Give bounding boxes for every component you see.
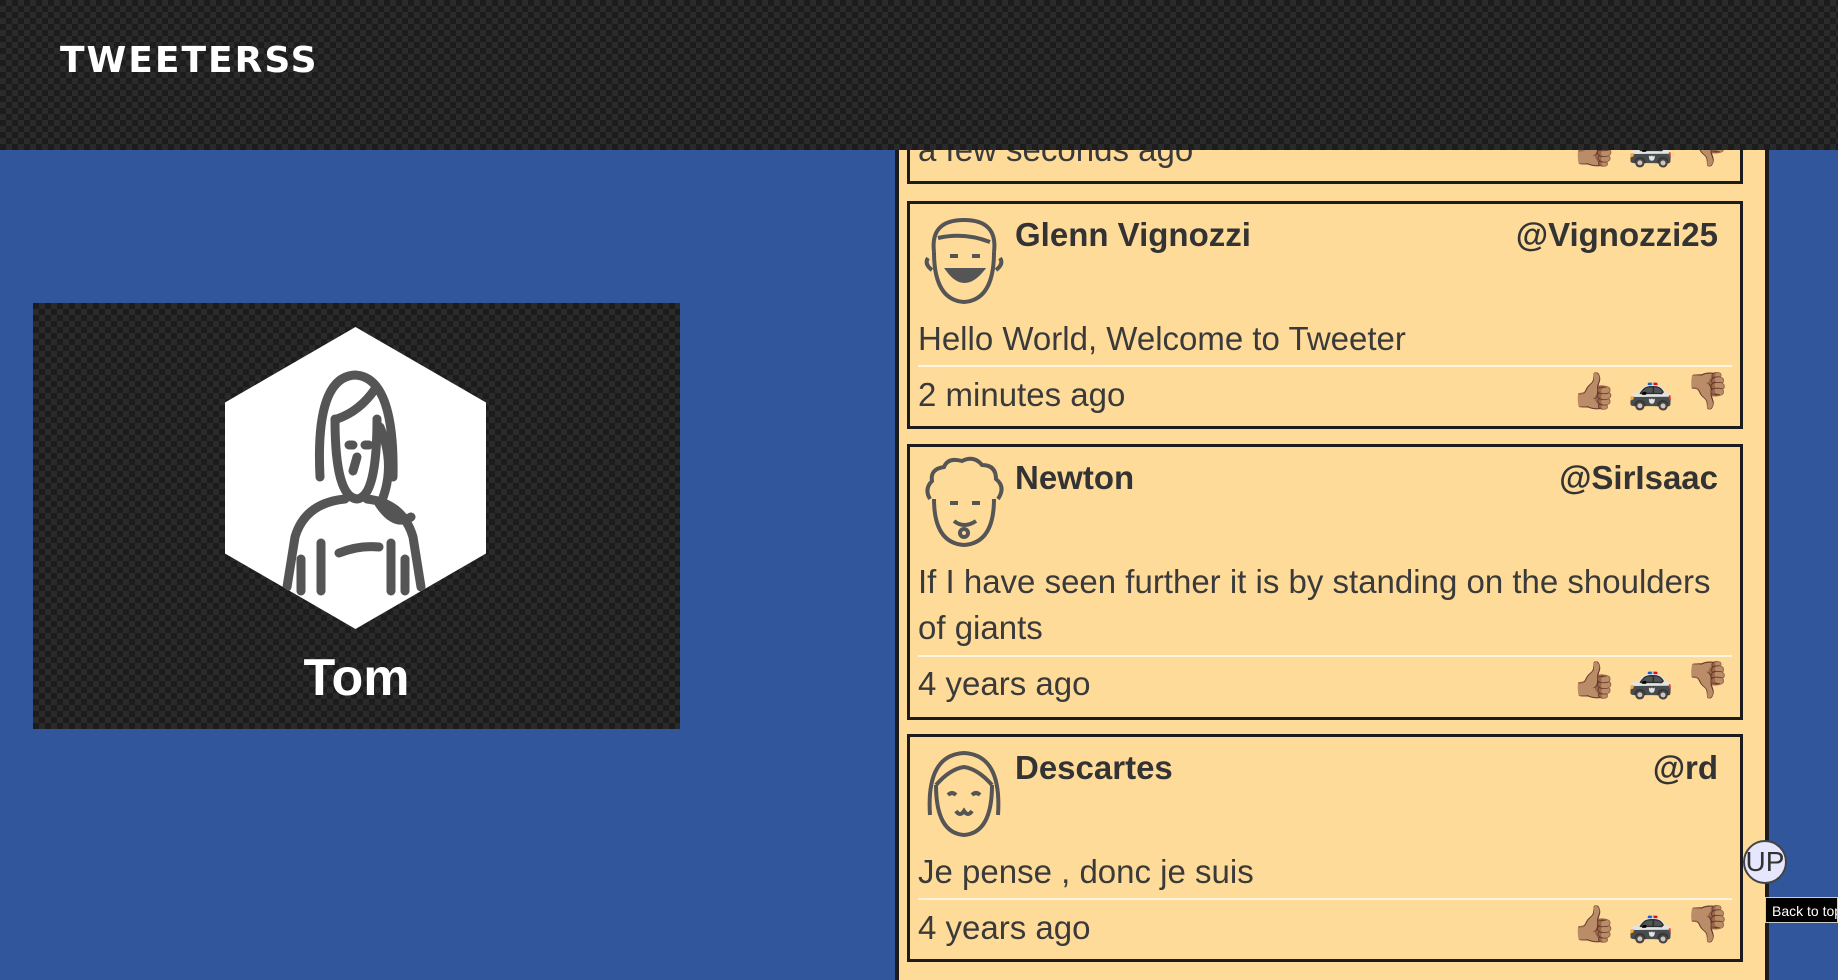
dislike-icon[interactable]: 👎🏽: [1685, 903, 1730, 945]
avatar-woman-icon: [282, 370, 426, 596]
tweet-author-name: Newton: [1015, 459, 1135, 496]
avatar-curly-hair-man-icon: [925, 456, 1004, 548]
dislike-icon[interactable]: 👎🏽: [1685, 370, 1730, 412]
site-logo[interactable]: TWEETERSS: [60, 40, 319, 81]
tweet-time: 2 minutes ago: [918, 376, 1126, 413]
tweet-card: Glenn Vignozzi @Vignozzi25 Hello World, …: [907, 201, 1743, 429]
tweet-feed: a few seconds ago 👍🏽 🚓 👎🏽 Glenn Vignozzi…: [895, 120, 1769, 980]
tweet-text: Je pense , donc je suis: [918, 853, 1254, 890]
tweet-time: 4 years ago: [918, 665, 1091, 702]
tweet-text: If I have seen further it is by standing…: [918, 563, 1711, 646]
like-icon[interactable]: 👍🏽: [1572, 903, 1617, 945]
police-car-icon[interactable]: 🚓: [1628, 659, 1673, 701]
tweet-divider: [918, 655, 1732, 657]
tweet-actions: 👍🏽 🚓 👎🏽: [1572, 659, 1730, 701]
tweet-author-handle: @SirIsaac: [1559, 459, 1718, 496]
tweet-actions: 👍🏽 🚓 👎🏽: [1572, 903, 1730, 945]
back-to-top-tooltip: Back to top: [1765, 897, 1838, 923]
top-header: TWEETERSS: [0, 0, 1838, 150]
tweet-card: Descartes @rd Je pense , donc je suis 4 …: [907, 734, 1743, 962]
tweet-text: Hello World, Welcome to Tweeter: [918, 320, 1406, 357]
tweet-card: Newton @SirIsaac If I have seen further …: [907, 444, 1743, 720]
tweet-time: 4 years ago: [918, 909, 1091, 946]
like-icon[interactable]: 👍🏽: [1572, 370, 1617, 412]
profile-card: Tom: [33, 303, 680, 729]
tweet-divider: [918, 365, 1732, 367]
dislike-icon[interactable]: 👎🏽: [1685, 659, 1730, 701]
like-icon[interactable]: 👍🏽: [1572, 659, 1617, 701]
police-car-icon[interactable]: 🚓: [1628, 370, 1673, 412]
tweet-divider: [918, 898, 1732, 900]
police-car-icon[interactable]: 🚓: [1628, 903, 1673, 945]
tweet-author-handle: @rd: [1652, 749, 1718, 786]
avatar-laughing-man-icon: [924, 217, 1004, 305]
tweet-author-name: Descartes: [1015, 749, 1173, 786]
avatar-bob-hair-woman-icon: [927, 750, 1001, 838]
profile-avatar: [225, 327, 486, 629]
tweet-actions: 👍🏽 🚓 👎🏽: [1572, 370, 1730, 412]
back-to-top-button[interactable]: UP: [1743, 840, 1787, 884]
profile-name: Tom: [303, 649, 410, 707]
tweet-author-handle: @Vignozzi25: [1515, 216, 1718, 253]
tweet-author-name: Glenn Vignozzi: [1015, 216, 1251, 253]
